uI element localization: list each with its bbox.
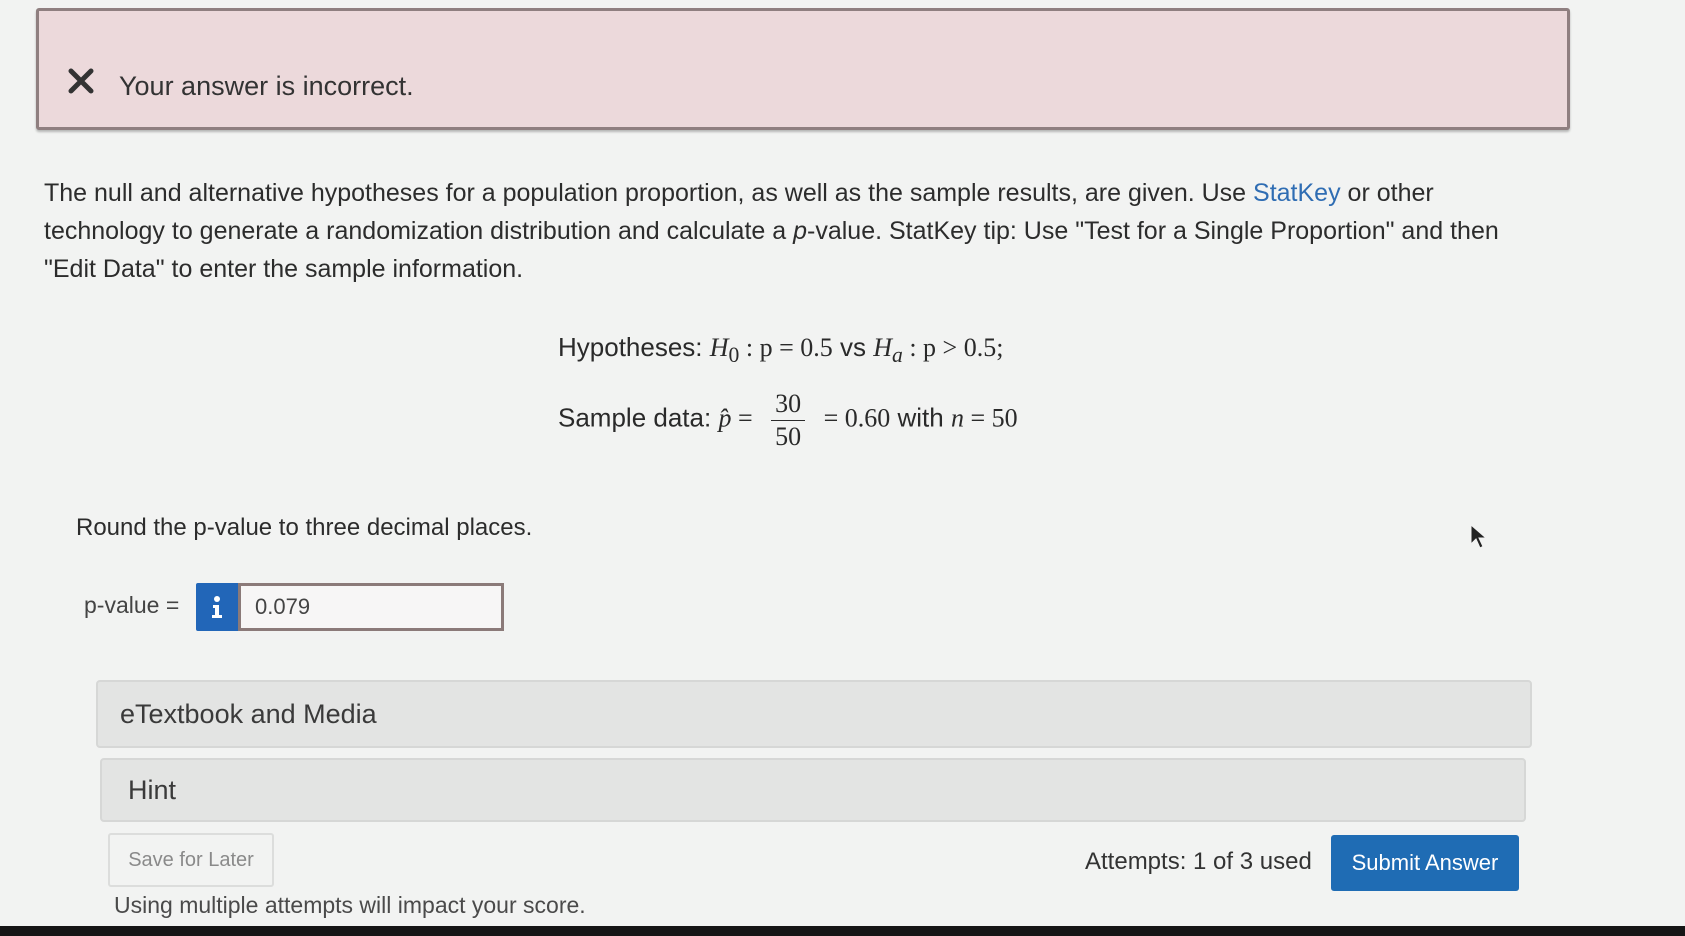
- attempts-counter: Attempts: 1 of 3 used: [1085, 848, 1312, 875]
- hypotheses-label: Hypotheses:: [558, 332, 710, 362]
- sample-line: Sample data: p̂ = 30 50 = 0.60 with n = 5…: [558, 388, 1018, 451]
- info-icon: [212, 596, 222, 618]
- sample-label: Sample data:: [558, 402, 719, 433]
- pvalue-label: p-value =: [84, 592, 180, 618]
- h0-subscript: 0: [728, 343, 740, 368]
- mouse-cursor-icon: [1470, 524, 1488, 549]
- hint-section[interactable]: Hint: [100, 758, 1526, 822]
- h0-relation: : p = 0.5: [739, 333, 833, 362]
- x-mark-icon: [68, 68, 94, 94]
- attempts-warning: Using multiple attempts will impact your…: [114, 892, 586, 918]
- fraction-denominator: 50: [775, 422, 802, 451]
- save-for-later-button[interactable]: Save for Later: [108, 833, 274, 887]
- math-block: Hypotheses: H0 : p = 0.5 vs Ha : p > 0.5…: [558, 332, 1018, 451]
- statkey-link[interactable]: StatKey: [1253, 179, 1341, 207]
- h0-symbol: H: [709, 333, 729, 362]
- fraction-numerator: 30: [771, 388, 806, 421]
- screen-bottom-edge: [0, 926, 1685, 936]
- error-banner: Your answer is incorrect.: [36, 8, 1570, 130]
- question-p-variable: p: [793, 217, 808, 245]
- equals-sign: =: [731, 403, 760, 433]
- fraction: 30 50: [771, 388, 806, 453]
- page: Your answer is incorrect. The null and a…: [0, 0, 1685, 926]
- question-part-1: The null and alternative hypotheses for …: [44, 179, 1254, 207]
- ha-relation: : p > 0.5;: [902, 333, 1004, 362]
- ha-symbol: H: [873, 333, 892, 362]
- phat-symbol: p̂: [718, 403, 732, 433]
- submit-answer-button[interactable]: Submit Answer: [1331, 835, 1519, 891]
- sample-result: = 0.60: [817, 403, 891, 433]
- info-button[interactable]: [196, 583, 238, 631]
- error-message: Your answer is incorrect.: [119, 71, 414, 101]
- pvalue-input[interactable]: [238, 583, 504, 631]
- instruction-text: Round the p-value to three decimal place…: [76, 514, 533, 541]
- vs-label: vs: [832, 332, 874, 362]
- n-value: = 50: [963, 403, 1018, 433]
- n-symbol: n: [950, 403, 964, 433]
- etextbook-section[interactable]: eTextbook and Media: [96, 680, 1532, 748]
- ha-subscript: a: [891, 343, 903, 368]
- question-text: The null and alternative hypotheses for …: [44, 174, 1544, 288]
- hypotheses-line: Hypotheses: H0 : p = 0.5 vs Ha : p > 0.5…: [558, 332, 1018, 382]
- with-label: with: [890, 402, 951, 433]
